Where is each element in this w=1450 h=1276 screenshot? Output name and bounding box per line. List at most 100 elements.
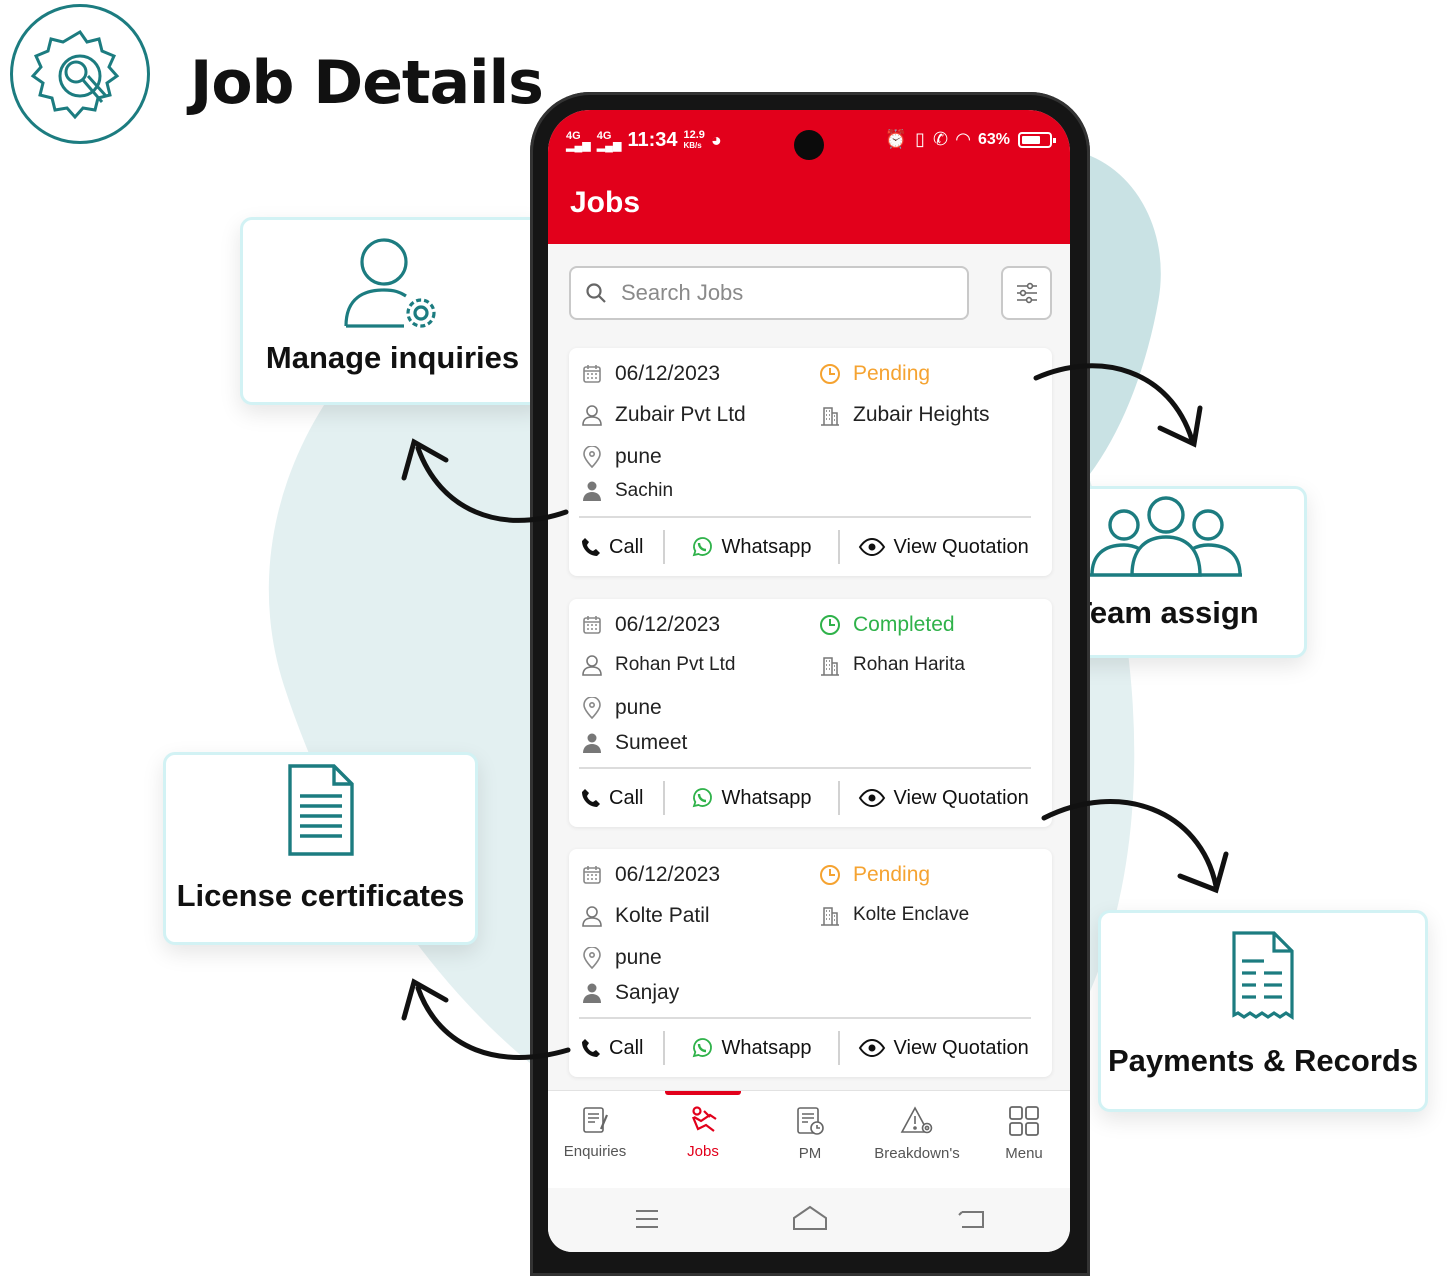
feature-label: Team assign: [1073, 595, 1259, 630]
location-pin-icon: [581, 947, 603, 969]
job-location: pune: [615, 696, 662, 719]
battery-level: 63%: [977, 130, 1010, 148]
user-gear-icon: [343, 238, 436, 328]
document-icon: [287, 764, 354, 856]
engineer-icon: [581, 480, 603, 502]
whatsapp-icon: [693, 1038, 713, 1058]
call-button[interactable]: Call: [581, 787, 643, 810]
job-client: Kolte Patil: [615, 904, 710, 927]
view-quotation-button[interactable]: View Quotation: [858, 1037, 1029, 1060]
arrowhead: [1157, 405, 1203, 448]
location-pin-icon: [581, 446, 603, 468]
filter-sliders-icon: [1016, 282, 1037, 304]
job-settings-logo-icon: [10, 4, 150, 144]
job-status: Pending: [853, 362, 931, 385]
app-notification-icon: ◕: [710, 130, 722, 150]
clock-icon: [819, 614, 841, 636]
divider: [663, 781, 666, 815]
feature-label: Manage inquiries: [265, 340, 520, 375]
app-title: Jobs: [570, 186, 641, 219]
pm-icon: [797, 1107, 824, 1135]
back-icon[interactable]: [958, 1208, 986, 1230]
system-navigation-bar: [548, 1188, 1070, 1252]
person-icon: [581, 404, 603, 426]
phone-icon: [582, 789, 600, 807]
clock-icon: [819, 864, 841, 886]
calendar-icon: [581, 614, 603, 636]
view-quotation-button[interactable]: View Quotation: [858, 536, 1029, 559]
active-tab-indicator: [665, 1091, 741, 1095]
network-speed: 12.9 KB/s: [683, 129, 705, 151]
job-card[interactable]: 06/12/2023 Completed Rohan Pvt Ltd Rohan…: [569, 599, 1052, 827]
job-site: Rohan Harita: [853, 654, 965, 675]
nav-item-breakdowns[interactable]: Breakdown's: [867, 1105, 967, 1162]
building-icon: [819, 904, 841, 926]
whatsapp-button[interactable]: Whatsapp: [691, 536, 812, 559]
whatsapp-button[interactable]: Whatsapp: [691, 1037, 812, 1060]
job-card[interactable]: 06/12/2023 Pending Kolte Patil Kolte Enc…: [569, 849, 1052, 1077]
jobs-list[interactable]: Search Jobs 06/12/2023 Pending Zubair Pv…: [548, 244, 1070, 1090]
search-input[interactable]: Search Jobs: [569, 266, 969, 320]
job-date: 06/12/2023: [615, 863, 721, 886]
whatsapp-button[interactable]: Whatsapp: [691, 787, 812, 810]
person-icon: [581, 654, 603, 676]
enquiries-icon: [583, 1107, 609, 1133]
divider: [837, 781, 840, 815]
home-icon[interactable]: [792, 1204, 828, 1232]
breakdown-icon: [900, 1106, 933, 1134]
nav-item-menu[interactable]: Menu: [974, 1105, 1070, 1162]
search-icon: [586, 283, 606, 303]
phone-screen: 4G ▂▄▆ 4G ▂▄▆ 11:34 12.9 KB/s ◕ ⏰ ▯ ✆ ◠ 63%…: [548, 110, 1070, 1252]
calendar-icon: [581, 363, 603, 385]
recent-apps-icon[interactable]: [634, 1208, 660, 1230]
job-client: Zubair Pvt Ltd: [615, 403, 746, 426]
feature-card-license-certificates: License certificates: [163, 752, 478, 945]
feature-card-manage-inquiries: Manage inquiries: [240, 217, 545, 405]
battery-icon: [1018, 131, 1056, 148]
job-engineer: Sachin: [615, 480, 674, 501]
divider: [837, 530, 840, 564]
whatsapp-icon: [693, 537, 713, 557]
feature-label: Payments & Records: [1107, 1043, 1419, 1078]
nav-item-enquiries[interactable]: Enquiries: [548, 1105, 645, 1160]
feature-card-payments-records: Payments & Records: [1098, 910, 1428, 1112]
job-engineer: Sanjay: [615, 981, 680, 1004]
eye-icon: [858, 538, 885, 556]
call-button[interactable]: Call: [581, 536, 643, 559]
wifi-call-icon: ✆: [933, 129, 949, 149]
call-button[interactable]: Call: [581, 1037, 643, 1060]
feature-label: License certificates: [176, 878, 465, 913]
bottom-navigation: Enquiries Jobs PM Breakdown's Menu: [548, 1090, 1070, 1188]
job-date: 06/12/2023: [615, 613, 721, 636]
arrowhead: [1177, 851, 1229, 894]
jobs-icon: [691, 1106, 717, 1132]
job-location: pune: [615, 445, 662, 468]
whatsapp-icon: [693, 788, 713, 808]
job-status: Completed: [853, 613, 955, 636]
clock-icon: [819, 363, 841, 385]
menu-grid-icon: [1009, 1106, 1039, 1136]
vibrate-icon: ▯: [915, 129, 926, 149]
wifi-icon: ◠: [956, 129, 970, 149]
job-card[interactable]: 06/12/2023 Pending Zubair Pvt Ltd Zubair…: [569, 348, 1052, 576]
arrowhead: [401, 978, 449, 1021]
job-site: Kolte Enclave: [853, 904, 970, 925]
view-quotation-button[interactable]: View Quotation: [858, 787, 1029, 810]
search-placeholder: Search Jobs: [621, 280, 744, 305]
nav-item-pm[interactable]: PM: [760, 1105, 860, 1162]
team-icon: [1090, 496, 1242, 577]
divider: [663, 1031, 666, 1065]
building-icon: [819, 654, 841, 676]
building-icon: [819, 404, 841, 426]
divider: [837, 1031, 840, 1065]
signal-icon: 4G ▂▄▆: [566, 129, 591, 152]
filter-button[interactable]: [1001, 266, 1052, 320]
nav-item-jobs[interactable]: Jobs: [653, 1105, 753, 1160]
job-status: Pending: [853, 863, 931, 886]
job-client: Rohan Pvt Ltd: [615, 654, 736, 675]
job-site: Zubair Heights: [853, 403, 990, 426]
app-bar: Jobs: [548, 162, 1070, 244]
job-engineer: Sumeet: [615, 731, 688, 754]
engineer-icon: [581, 732, 603, 754]
page-title: Job Details: [190, 48, 544, 118]
